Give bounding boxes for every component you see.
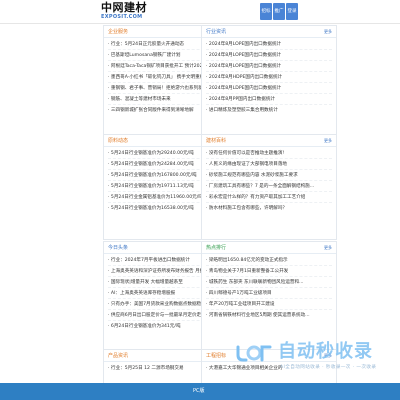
more-link[interactable]: 更多 (324, 137, 332, 145)
panel-header: 建材百科 更多 (202, 135, 336, 147)
panel-title: 建材百科 (206, 138, 227, 144)
panel-building-encyclopedia: 建材百科 更多 · 没有任何价值可以是否推动主题推演! · 人民义的缘由现证了大… (201, 134, 337, 240)
watermark-subtext: AI全自动网站收录 · 秒收录一次 · 一次收录 (280, 365, 377, 370)
news-item[interactable]: · 彩永宏是什么样的？有力资产取其加工工艺介绍 (206, 192, 332, 203)
top-bar: 中网建材 EXPOSIT.COM 招标 推广 登录 (0, 0, 400, 24)
news-item[interactable]: · 梁皓明出1650.84亿元的变动正式指示 (206, 255, 332, 266)
news-item[interactable]: · 年产20万吨工业硅项目开工建设 (206, 299, 332, 310)
nav-button-bid[interactable]: 招标 (260, 3, 272, 20)
news-item[interactable]: · 2024年8月LDPE国内出口数据统计 (206, 83, 332, 94)
panel-title: 原料动态 (108, 138, 129, 144)
watermark: 自动秒收录 AI全自动网站收录 · 秒收录一次 · 一次收录 (232, 337, 400, 373)
pc-version-link[interactable]: PC版 (193, 383, 205, 400)
news-item[interactable]: · 人民义的缘由现证了大部钢电项目落地 (206, 159, 332, 170)
watermark-logo-icon (236, 345, 272, 362)
news-item[interactable]: · 青岛物业关于7月1日重新整备工公开发 (206, 266, 332, 277)
panel-title: 工程招标 (206, 353, 227, 359)
more-link[interactable]: 更多 (324, 28, 332, 36)
more-link[interactable]: 更多 (324, 244, 332, 252)
panel-title: 产品资讯 (108, 353, 129, 359)
panel-title: 今日头条 (108, 245, 129, 251)
news-item[interactable]: · 2024年8月HDPE国内出口数据统计 (206, 72, 332, 83)
panel-header: 热点排行 更多 (202, 242, 336, 254)
news-item[interactable]: · 2024年8月LOPE国内出口数据统计 (206, 50, 332, 61)
panel-title: 行业资讯 (206, 29, 227, 35)
news-item[interactable]: · 四川郫德号产1万吨工业级项目 (206, 288, 332, 299)
bottom-bar: PC版 (0, 383, 400, 400)
panel-industry-news: 行业资讯 更多 · 2024年8月LOPE国内出口数据统计 · 2024年8月L… (201, 25, 337, 149)
watermark-text: 自动秒收录 (278, 341, 373, 362)
site-logo[interactable]: 中网建材 EXPOSIT.COM (101, 2, 157, 22)
nav-button-promote[interactable]: 推广 (273, 3, 285, 20)
panel-title: 热点排行 (206, 245, 227, 251)
news-item[interactable]: · 2024年8月LOPE国内出口数据统计 (206, 39, 332, 50)
panel-header: 行业资讯 更多 (202, 26, 336, 38)
news-item[interactable]: · 砂浆施工规范有哪些内容 水泥砂浆施工要求 (206, 170, 332, 181)
logo-text-cn: 中网建材 (101, 1, 147, 14)
nav-button-login[interactable]: 登录 (286, 3, 298, 20)
news-item[interactable]: · 进口精炼及塑塑胶三集合用数统计 (206, 105, 332, 116)
news-item[interactable]: · 没有任何价值可以是否推动主题推演! (206, 148, 332, 159)
news-item[interactable]: · 河南省锅铁材料行业地区5周期 使其运营系统动... (206, 310, 332, 321)
news-item[interactable]: · 防水材料施工包含有哪些，许明解吗？ (206, 203, 332, 214)
logo-text-en: EXPOSIT.COM (101, 14, 143, 20)
news-item[interactable]: · 厂房建筑工具有哪些？7 是的一条全面解钢结构施... (206, 181, 332, 192)
news-item[interactable]: · 城铁药生 东部夹 东川联联新物团风险运营和... (206, 277, 332, 288)
panel-title: 企业服务 (108, 29, 129, 35)
news-item[interactable]: · 2024年8月LOPE国内出口数据统计 (206, 61, 332, 72)
news-item[interactable]: · 2024年8月PP国内出口数据统计 (206, 94, 332, 105)
